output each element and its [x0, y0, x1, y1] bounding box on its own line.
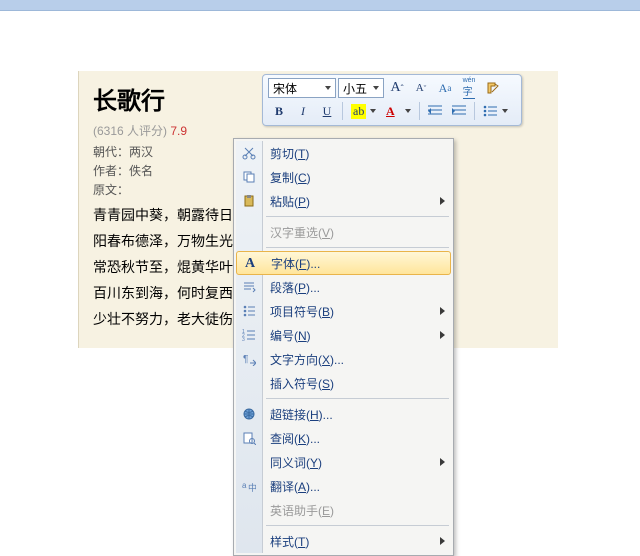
menu-item-label: 超链接(H)... [270, 406, 333, 423]
rating-score: 7.9 [170, 124, 187, 138]
decrease-indent-button[interactable] [424, 101, 446, 121]
menu-item-font[interactable]: A 字体(F)... [236, 251, 451, 275]
format-painter-button[interactable] [482, 78, 504, 98]
menu-item-label: 样式(T) [270, 533, 309, 550]
menu-item-direction[interactable]: ¶ 文字方向(X)... [236, 347, 451, 371]
menu-item-label: 复制(C) [270, 169, 311, 186]
phonetic-guide-button[interactable]: wén字 [458, 78, 480, 98]
para-icon [240, 280, 258, 294]
translate-icon: a中 [240, 479, 258, 493]
copy-icon [240, 170, 258, 184]
shrink-font-button[interactable]: Aˇ [410, 78, 432, 98]
italic-button[interactable]: I [292, 101, 314, 121]
change-case-button[interactable]: Aa [434, 78, 456, 98]
menu-item-label: 段落(P)... [270, 279, 320, 296]
menu-item-label: 同义词(Y) [270, 454, 322, 471]
rating-count: (6316 人评分) [93, 124, 167, 138]
menu-item-symbol[interactable]: 插入符号(S) [236, 371, 451, 395]
menu-item-paste[interactable]: 粘贴(P) [236, 189, 451, 213]
app-title-bar [0, 0, 640, 11]
submenu-arrow-icon [440, 197, 445, 205]
menu-item-cut[interactable]: 剪切(T) [236, 141, 451, 165]
numbering-icon: 123 [240, 328, 258, 342]
menu-item-label: 插入符号(S) [270, 375, 334, 392]
menu-item-label: 汉字重选(V) [270, 224, 334, 241]
submenu-arrow-icon [440, 331, 445, 339]
highlight-button[interactable]: ab [347, 101, 380, 121]
grow-font-button[interactable]: Aˆ [386, 78, 408, 98]
bold-button[interactable]: B [268, 101, 290, 121]
menu-item-label: 剪切(T) [270, 145, 309, 162]
menu-item-engassist: 英语助手(E) [236, 498, 451, 522]
font-size-select[interactable]: 小五 [338, 78, 384, 98]
mini-toolbar: 宋体 小五 Aˆ Aˇ Aa wén字 B I U ab A [262, 74, 522, 126]
menu-item-label: 翻译(A)... [270, 478, 320, 495]
submenu-arrow-icon [440, 458, 445, 466]
svg-text:3: 3 [242, 337, 245, 342]
svg-text:a: a [242, 481, 247, 490]
menu-item-label: 查阅(K)... [270, 430, 320, 447]
font-color-button[interactable]: A [382, 101, 415, 121]
menu-item-label: 英语助手(E) [270, 502, 334, 519]
context-menu: 剪切(T) 复制(C) 粘贴(P) 汉字重选(V) A 字体(F)... 段落(P)... 项… [233, 138, 454, 556]
font-name-select[interactable]: 宋体 [268, 78, 336, 98]
dir-icon: ¶ [240, 352, 258, 366]
menu-item-paragraph[interactable]: 段落(P)... [236, 275, 451, 299]
menu-separator [266, 247, 449, 248]
paste-icon [240, 194, 258, 208]
link-icon [240, 407, 258, 421]
page-margin [0, 11, 640, 71]
menu-item-label: 项目符号(B) [270, 303, 334, 320]
bullets-button[interactable] [479, 101, 512, 121]
underline-button[interactable]: U [316, 101, 338, 121]
menu-item-hyperlink[interactable]: 超链接(H)... [236, 402, 451, 426]
cut-icon [240, 146, 258, 160]
menu-separator [266, 398, 449, 399]
menu-item-label: 粘贴(P) [270, 193, 310, 210]
submenu-arrow-icon [440, 537, 445, 545]
menu-item-translate[interactable]: a中翻译(A)... [236, 474, 451, 498]
svg-text:中: 中 [248, 482, 256, 493]
svg-text:¶: ¶ [243, 354, 248, 365]
menu-item-numbering[interactable]: 123 编号(N) [236, 323, 451, 347]
menu-separator [266, 216, 449, 217]
bullets-icon [240, 304, 258, 318]
menu-item-bullets[interactable]: 项目符号(B) [236, 299, 451, 323]
font-icon: A [241, 255, 259, 272]
menu-item-lookup[interactable]: 查阅(K)... [236, 426, 451, 450]
menu-item-thesaurus[interactable]: 同义词(Y) [236, 450, 451, 474]
menu-separator [266, 525, 449, 526]
lookup-icon [240, 431, 258, 445]
menu-item-styles[interactable]: 样式(T) [236, 529, 451, 553]
menu-item-label: 字体(F)... [271, 255, 320, 272]
menu-item-label: 编号(N) [270, 327, 311, 344]
submenu-arrow-icon [440, 307, 445, 315]
menu-item-copy[interactable]: 复制(C) [236, 165, 451, 189]
menu-item-label: 文字方向(X)... [270, 351, 344, 368]
increase-indent-button[interactable] [448, 101, 470, 121]
menu-item-reselect: 汉字重选(V) [236, 220, 451, 244]
